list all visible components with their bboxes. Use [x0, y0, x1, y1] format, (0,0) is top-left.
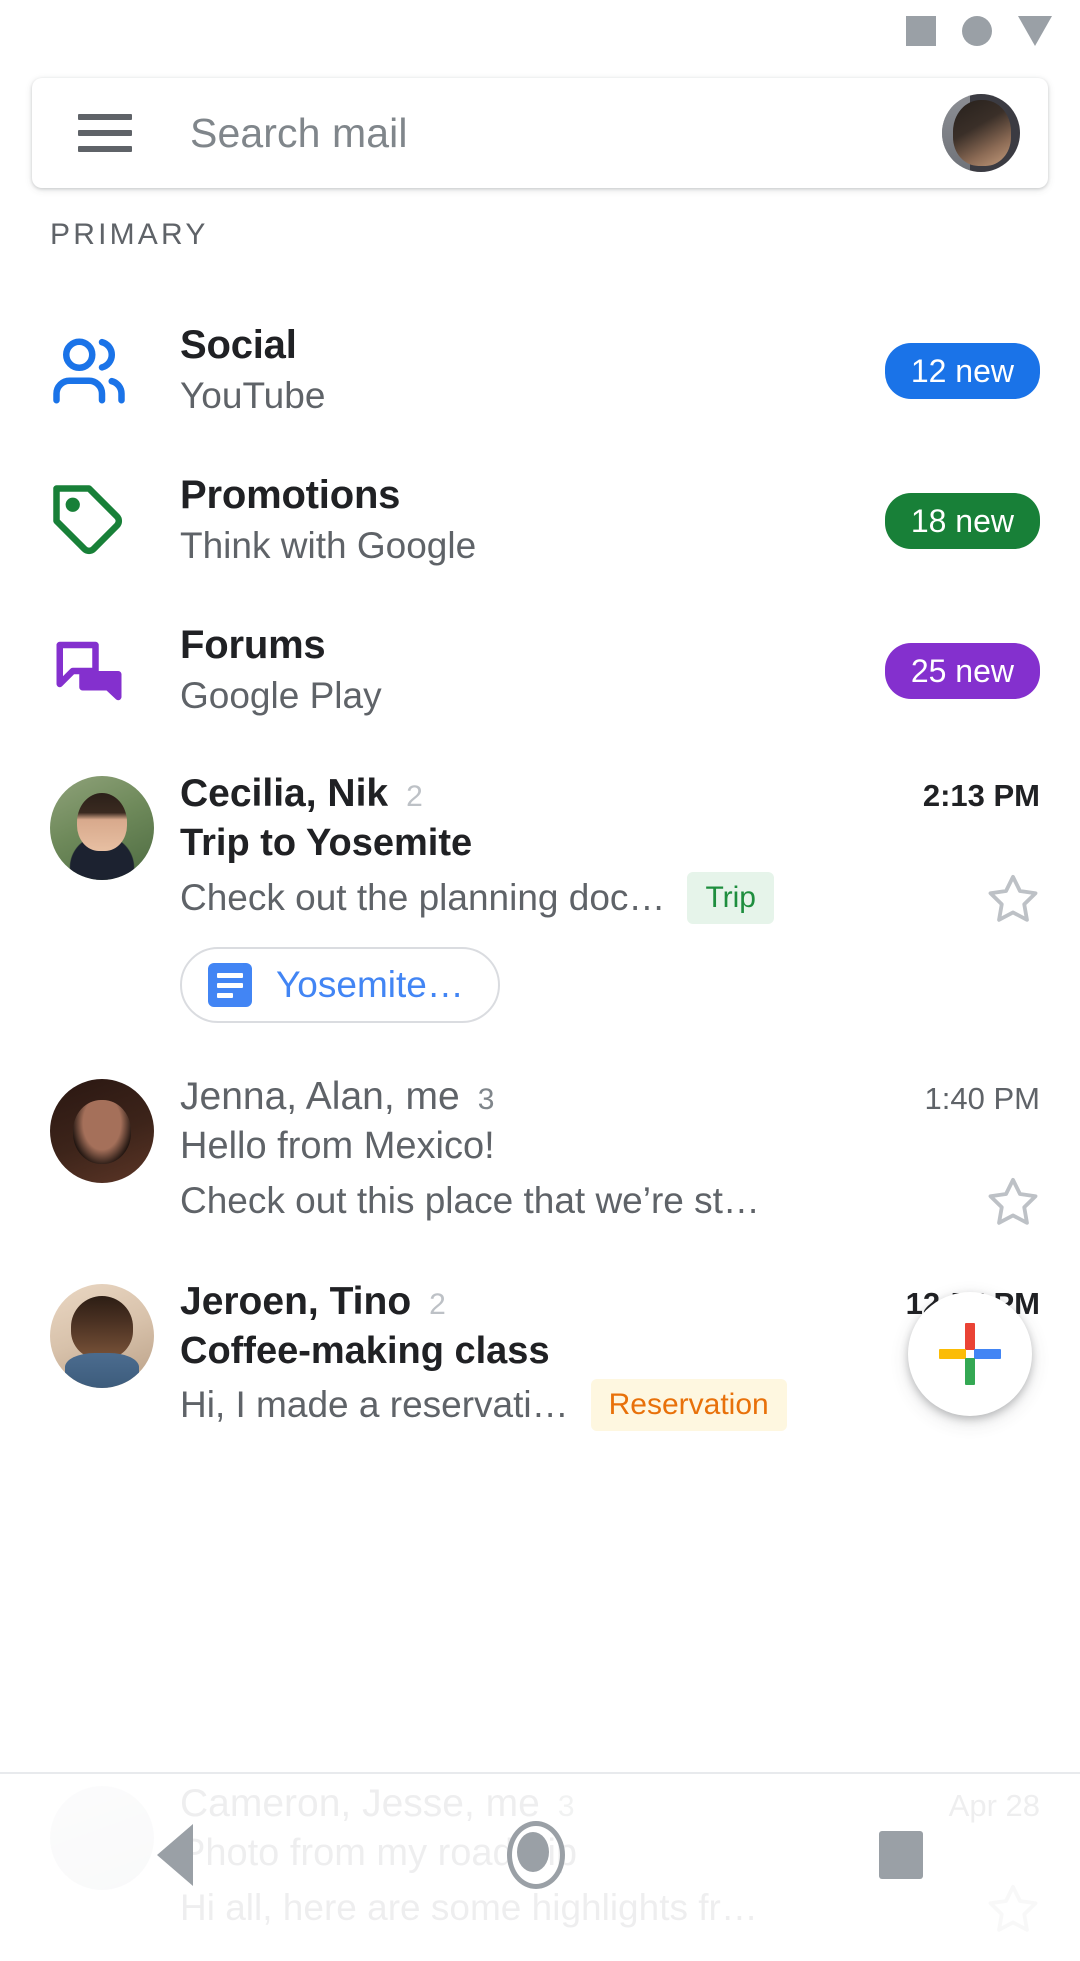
home-circle-icon[interactable]	[507, 1821, 565, 1889]
mail-timestamp: 2:13 PM	[922, 778, 1040, 813]
mail-sender: Jenna, Alan, me	[180, 1075, 460, 1118]
attachment-name: Yosemite…	[276, 964, 464, 1005]
hamburger-menu-icon[interactable]	[78, 114, 132, 152]
avatar[interactable]	[50, 1079, 154, 1183]
category-badge-promotions: 18 new	[884, 493, 1040, 549]
status-bar	[0, 0, 1080, 62]
category-subtitle: YouTube	[180, 374, 326, 416]
mail-timestamp: 1:40 PM	[924, 1081, 1040, 1116]
category-title: Social	[180, 323, 297, 368]
mail-sender: Jeroen, Tino	[180, 1280, 412, 1323]
account-avatar[interactable]	[942, 94, 1020, 172]
mail-thread-count: 3	[477, 1083, 495, 1116]
back-triangle-icon[interactable]	[157, 1824, 193, 1886]
mail-subject: Trip to Yosemite	[180, 822, 473, 864]
category-badge-forums: 25 new	[884, 643, 1040, 699]
category-title: Promotions	[180, 473, 401, 518]
category-row-promotions[interactable]: Promotions Think with Google 18 new	[0, 446, 1080, 596]
category-subtitle: Think with Google	[180, 524, 477, 566]
category-row-social[interactable]: Social YouTube 12 new	[0, 296, 1080, 446]
mail-snippet: Check out this place that we’re st…	[180, 1180, 760, 1221]
people-icon	[50, 332, 134, 410]
category-title: Forums	[180, 623, 326, 668]
circle-placeholder-icon	[962, 16, 992, 46]
mail-thread-count: 2	[429, 1288, 446, 1321]
category-subtitle: Google Play	[180, 674, 382, 716]
mail-snippet: Hi, I made a reservati…	[180, 1384, 569, 1425]
search-bar[interactable]: Search mail	[32, 78, 1048, 188]
mail-snippet: Check out the planning doc…	[180, 877, 666, 918]
mail-thread-count: 2	[406, 780, 423, 813]
forum-icon	[50, 632, 134, 710]
mail-label-chip[interactable]: Reservation	[590, 1379, 787, 1431]
triangle-placeholder-icon	[1018, 16, 1052, 46]
list-divider	[0, 1772, 1080, 1774]
square-placeholder-icon	[906, 16, 936, 46]
category-row-forums[interactable]: Forums Google Play 25 new	[0, 596, 1080, 746]
mail-sender: Cecilia, Nik	[180, 772, 389, 815]
compose-fab[interactable]	[908, 1292, 1032, 1416]
mail-label-chip[interactable]: Trip	[687, 872, 774, 924]
star-outline-icon[interactable]	[964, 1174, 1040, 1228]
attachment-chip[interactable]: Yosemite…	[180, 947, 500, 1023]
mail-row-cecilia[interactable]: Cecilia, Nik 2 2:13 PM Trip to Yosemite …	[0, 746, 1080, 1049]
google-docs-icon	[208, 963, 252, 1007]
star-outline-icon[interactable]	[964, 871, 1040, 925]
search-input[interactable]: Search mail	[190, 110, 942, 157]
section-header-primary: PRIMARY	[50, 218, 209, 251]
tag-icon	[50, 482, 134, 560]
mail-list: Social YouTube 12 new Promotions Think w…	[0, 296, 1080, 1457]
mail-row-jenna[interactable]: Jenna, Alan, me 3 1:40 PM Hello from Mex…	[0, 1049, 1080, 1254]
recents-square-icon[interactable]	[879, 1831, 923, 1879]
avatar[interactable]	[50, 1284, 154, 1388]
android-nav-bar	[0, 1790, 1080, 1920]
category-badge-social: 12 new	[884, 343, 1040, 399]
avatar[interactable]	[50, 776, 154, 880]
mail-subject: Hello from Mexico!	[180, 1125, 495, 1167]
compose-plus-icon	[939, 1323, 1001, 1385]
